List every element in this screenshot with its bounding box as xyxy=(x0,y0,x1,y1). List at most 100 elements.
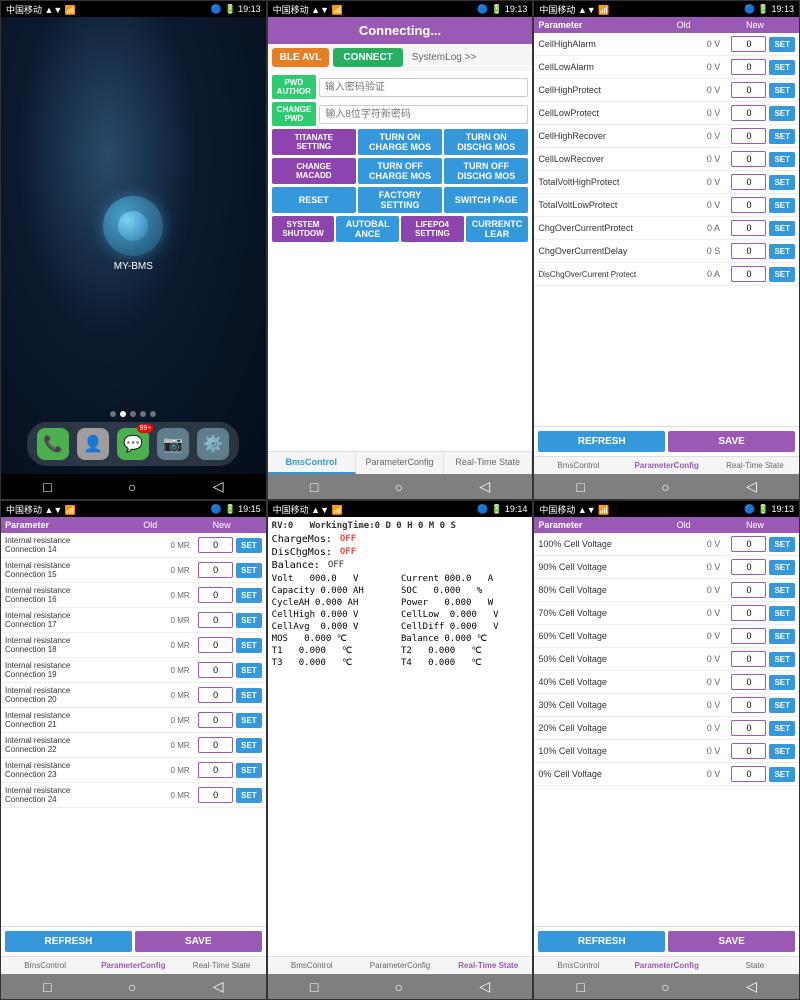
ir-16-set[interactable]: SET xyxy=(236,588,262,603)
tab-param-3[interactable]: ParameterConfig xyxy=(623,457,711,474)
ir-21-set[interactable]: SET xyxy=(236,713,262,728)
ir-23-input[interactable] xyxy=(198,762,233,778)
reset-button[interactable]: RESET xyxy=(272,187,356,213)
turn-on-charge-mos-button[interactable]: TURN ONCHARGE MOS xyxy=(358,129,442,155)
ir-17-set[interactable]: SET xyxy=(236,613,262,628)
refresh-button-4[interactable]: REFRESH xyxy=(5,931,132,952)
change-pwd-button[interactable]: CHANGEPWD xyxy=(272,102,317,126)
tab-realtime-3[interactable]: Real-Time State xyxy=(711,457,799,474)
factory-setting-button[interactable]: FACTORYSETTING xyxy=(358,187,442,213)
connect-button[interactable]: CONNECT xyxy=(333,48,402,67)
tab-param-config-2[interactable]: ParameterConfig xyxy=(356,452,444,474)
nav-circle-5[interactable]: ○ xyxy=(395,979,403,995)
nav-square-1[interactable]: □ xyxy=(43,479,51,495)
celllowalarm-input[interactable] xyxy=(731,59,766,75)
tab-bms-4[interactable]: BmsControl xyxy=(1,957,89,974)
dischgover-input[interactable] xyxy=(731,266,766,282)
tab-state-6[interactable]: State xyxy=(711,957,799,974)
cellhighprotect-set[interactable]: SET xyxy=(769,83,795,98)
dock-settings[interactable]: ⚙️ xyxy=(197,428,229,460)
refresh-button-6[interactable]: REFRESH xyxy=(538,931,665,952)
turn-on-dischg-mos-button[interactable]: TURN ONDISCHG MOS xyxy=(444,129,528,155)
ir-24-set[interactable]: SET xyxy=(236,788,262,803)
cellhighalarm-input[interactable] xyxy=(731,36,766,52)
ir-20-input[interactable] xyxy=(198,687,233,703)
syslog-link[interactable]: SystemLog >> xyxy=(412,52,476,63)
celllowprotect-input[interactable] xyxy=(731,105,766,121)
cv-90-set[interactable]: SET xyxy=(769,560,795,575)
save-button-4[interactable]: SAVE xyxy=(135,931,262,952)
nav-square-4[interactable]: □ xyxy=(43,979,51,995)
nav-back-6[interactable]: ◁ xyxy=(746,978,757,995)
ir-17-input[interactable] xyxy=(198,612,233,628)
ir-19-input[interactable] xyxy=(198,662,233,678)
turn-off-charge-mos-button[interactable]: TURN OFFCHARGE MOS xyxy=(358,158,442,184)
nav-square-2[interactable]: □ xyxy=(310,479,318,495)
totalvoltlow-set[interactable]: SET xyxy=(769,198,795,213)
chgoverdelay-input[interactable] xyxy=(731,243,766,259)
cv-30-input[interactable] xyxy=(731,697,766,713)
chgovercurrent-input[interactable] xyxy=(731,220,766,236)
ir-22-set[interactable]: SET xyxy=(236,738,262,753)
autobalance-button[interactable]: AUTOBALANCE xyxy=(336,216,399,242)
cv-60-input[interactable] xyxy=(731,628,766,644)
cv-50-input[interactable] xyxy=(731,651,766,667)
celllowalarm-set[interactable]: SET xyxy=(769,60,795,75)
dock-contacts[interactable]: 👤 xyxy=(77,428,109,460)
tab-bms-control-2[interactable]: BmsControl xyxy=(268,452,356,474)
save-button-3[interactable]: SAVE xyxy=(668,431,795,452)
cv-20-input[interactable] xyxy=(731,720,766,736)
change-pwd-input[interactable] xyxy=(319,105,528,124)
system-shutdow-button[interactable]: SYSTEMSHUTDOW xyxy=(272,216,335,242)
tab-param-6[interactable]: ParameterConfig xyxy=(623,957,711,974)
totalvolthigh-input[interactable] xyxy=(731,174,766,190)
nav-circle-3[interactable]: ○ xyxy=(661,479,669,495)
chgoverdelay-set[interactable]: SET xyxy=(769,244,795,259)
change-macadd-button[interactable]: CHANGEMACADD xyxy=(272,158,356,184)
cv-80-input[interactable] xyxy=(731,582,766,598)
cv-70-input[interactable] xyxy=(731,605,766,621)
ir-22-input[interactable] xyxy=(198,737,233,753)
tab-bms-3[interactable]: BmsControl xyxy=(534,457,622,474)
refresh-button-3[interactable]: REFRESH xyxy=(538,431,665,452)
nav-back-1[interactable]: ◁ xyxy=(213,478,224,495)
tab-realtime-4[interactable]: Real-Time State xyxy=(177,957,265,974)
cv-90-input[interactable] xyxy=(731,559,766,575)
cv-70-set[interactable]: SET xyxy=(769,606,795,621)
pwd-author-button[interactable]: PWDAUTHOR xyxy=(272,75,316,99)
ir-18-input[interactable] xyxy=(198,637,233,653)
nav-back-2[interactable]: ◁ xyxy=(479,478,490,495)
ir-21-input[interactable] xyxy=(198,712,233,728)
ir-16-input[interactable] xyxy=(198,587,233,603)
cellhighprotect-input[interactable] xyxy=(731,82,766,98)
cv-10-input[interactable] xyxy=(731,743,766,759)
cv-50-set[interactable]: SET xyxy=(769,652,795,667)
cellhighrecover-input[interactable] xyxy=(731,128,766,144)
ir-18-set[interactable]: SET xyxy=(236,638,262,653)
mybms-icon[interactable] xyxy=(103,196,163,256)
nav-circle-6[interactable]: ○ xyxy=(661,979,669,995)
celllowrecover-set[interactable]: SET xyxy=(769,152,795,167)
chgovercurrent-set[interactable]: SET xyxy=(769,221,795,236)
tab-realtime-5[interactable]: Real-Time State xyxy=(444,957,532,974)
ir-24-input[interactable] xyxy=(198,787,233,803)
dock-phone[interactable]: 📞 xyxy=(37,428,69,460)
ir-15-set[interactable]: SET xyxy=(236,563,262,578)
tab-bms-6[interactable]: BmsControl xyxy=(534,957,622,974)
ir-15-input[interactable] xyxy=(198,562,233,578)
tab-param-4[interactable]: ParameterConfig xyxy=(89,957,177,974)
lifepo4-setting-button[interactable]: LIFEPO4SETTING xyxy=(401,216,464,242)
tab-realtime-2[interactable]: Real-Time State xyxy=(444,452,532,474)
ir-14-set[interactable]: SET xyxy=(236,538,262,553)
cv-60-set[interactable]: SET xyxy=(769,629,795,644)
celllowprotect-set[interactable]: SET xyxy=(769,106,795,121)
cellhighalarm-set[interactable]: SET xyxy=(769,37,795,52)
switch-page-button[interactable]: SWITCH PAGE xyxy=(444,187,528,213)
cv-80-set[interactable]: SET xyxy=(769,583,795,598)
tab-bms-5[interactable]: BmsControl xyxy=(268,957,356,974)
nav-back-4[interactable]: ◁ xyxy=(213,978,224,995)
turn-off-dischg-mos-button[interactable]: TURN OFFDISCHG MOS xyxy=(444,158,528,184)
nav-square-5[interactable]: □ xyxy=(310,979,318,995)
nav-square-3[interactable]: □ xyxy=(577,479,585,495)
nav-circle-1[interactable]: ○ xyxy=(128,479,136,495)
